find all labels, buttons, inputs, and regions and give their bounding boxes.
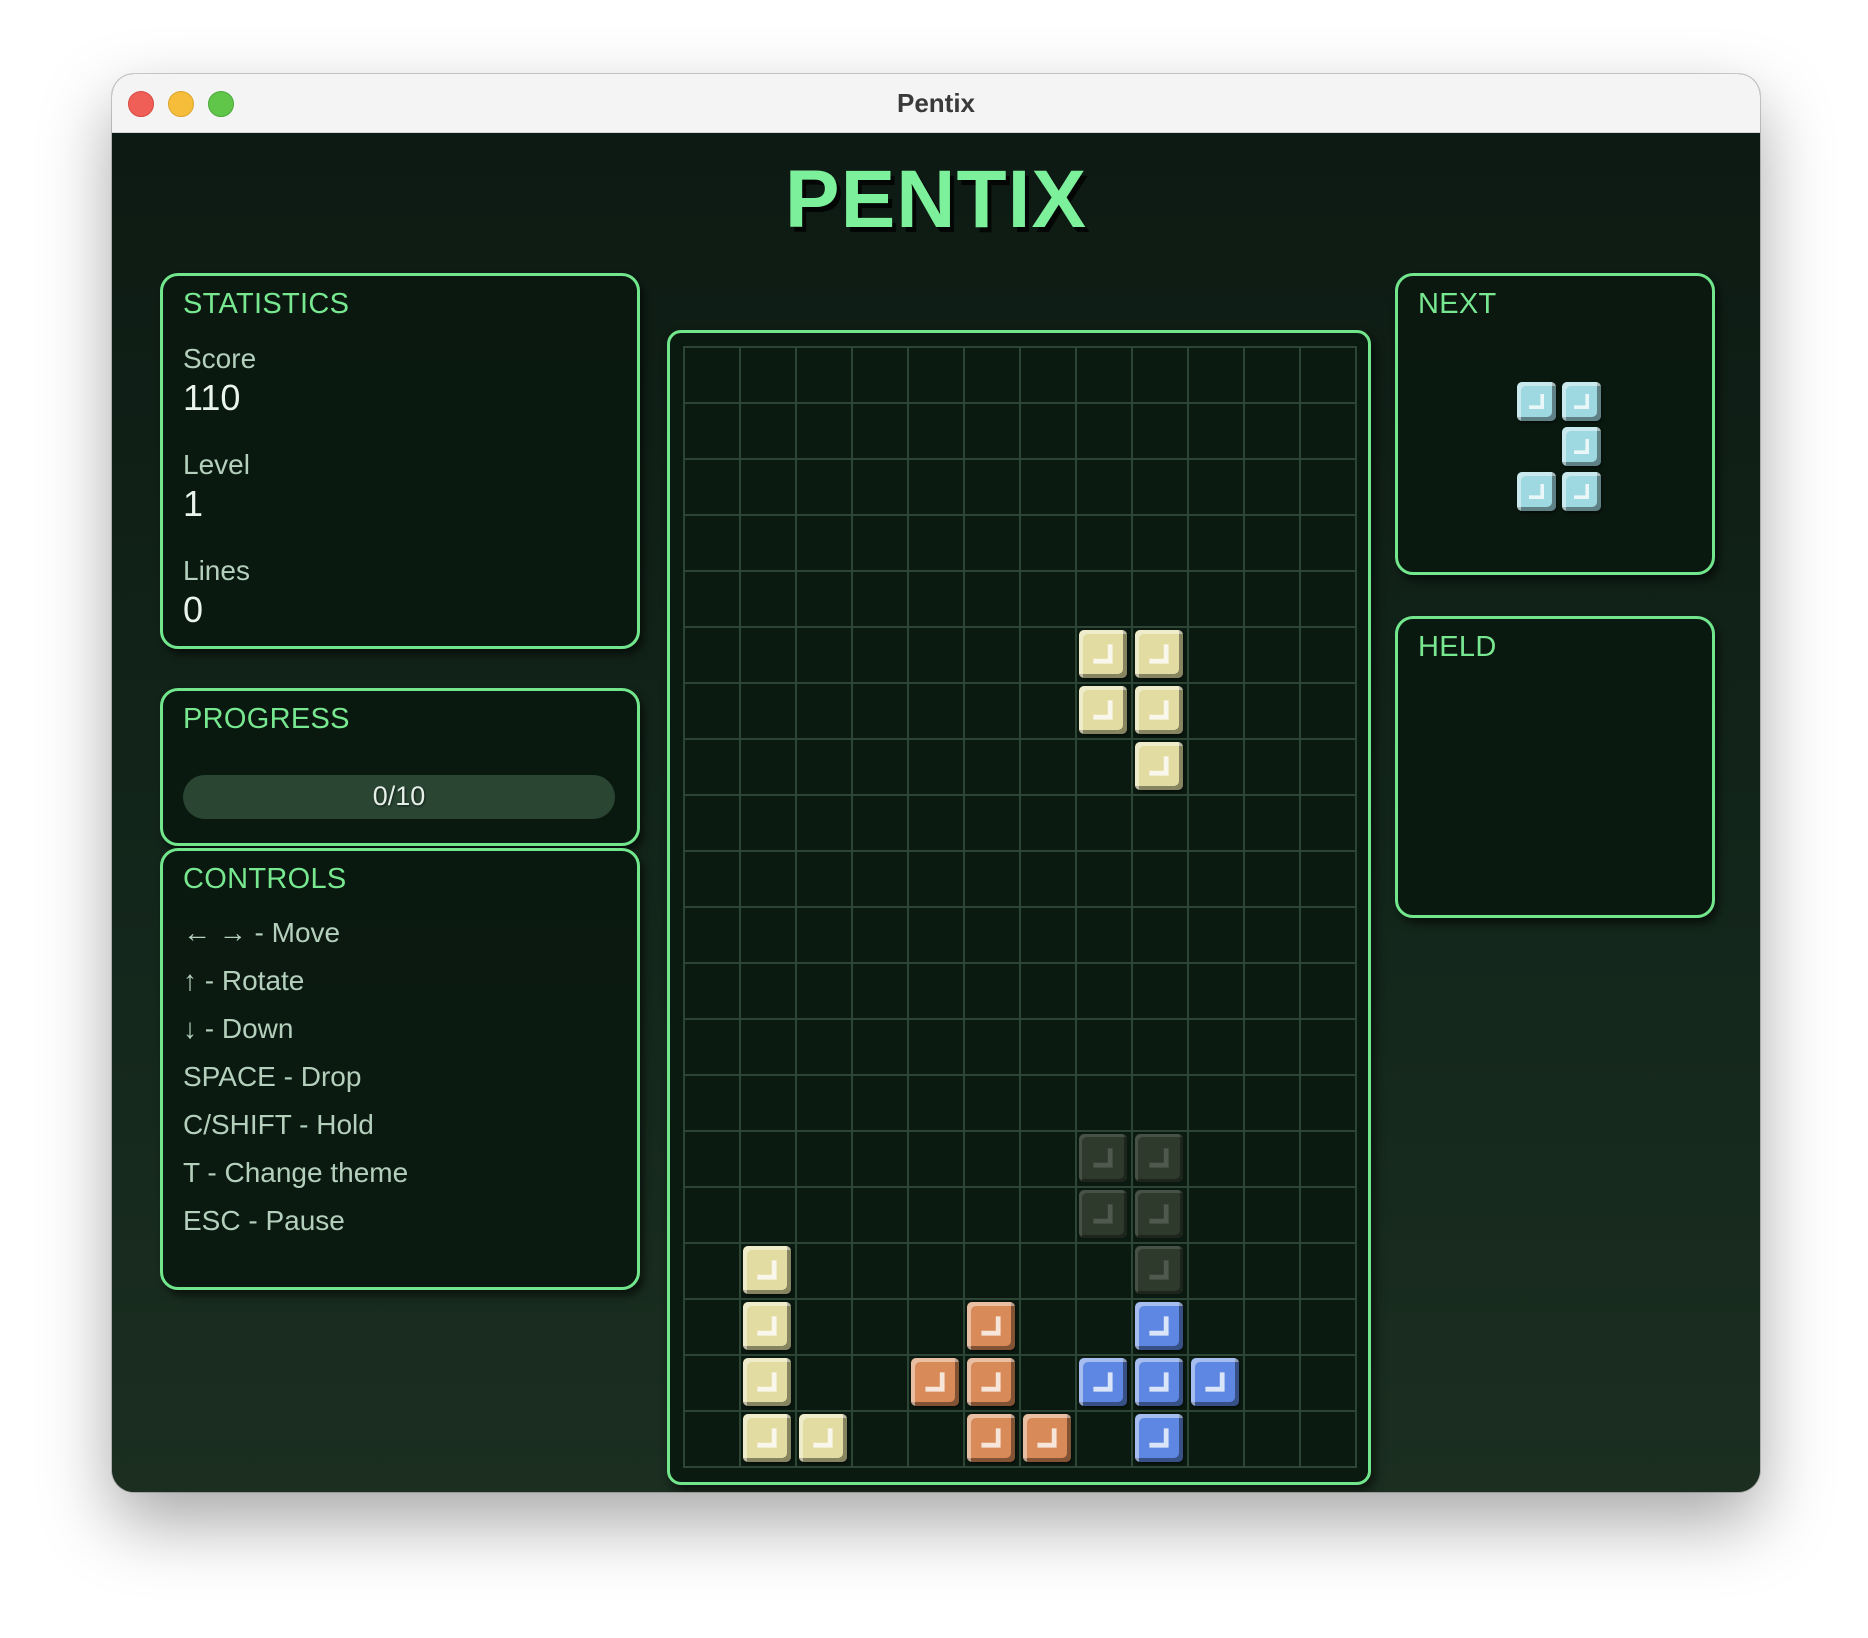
control-hold: C/SHIFT - Hold (183, 1109, 374, 1140)
app-window: Pentix PENTIX STATISTICS Score 110 Level… (112, 74, 1760, 1492)
active-piece-block (1079, 686, 1127, 734)
board-grid (683, 346, 1357, 1468)
active-piece-block (1135, 686, 1183, 734)
next-piece-block (1562, 472, 1601, 511)
level-value: 1 (183, 483, 204, 524)
held-panel: HELD (1395, 616, 1715, 918)
lines-label: Lines (183, 555, 250, 586)
locked-block (911, 1358, 959, 1406)
control-pause: ESC - Pause (183, 1205, 345, 1236)
control-rotate: ↑ - Rotate (183, 965, 305, 996)
window-title: Pentix (896, 88, 976, 118)
progress-text: 0/10 (372, 781, 426, 811)
locked-block (967, 1302, 1015, 1350)
control-drop: SPACE - Drop (183, 1061, 362, 1092)
locked-block (743, 1302, 791, 1350)
locked-block (743, 1414, 791, 1462)
next-title: NEXT (1418, 288, 1497, 320)
held-piece-preview (1418, 689, 1692, 895)
ghost-block (1135, 1190, 1183, 1238)
next-piece-block (1517, 472, 1556, 511)
ghost-block (1079, 1190, 1127, 1238)
locked-block (1191, 1358, 1239, 1406)
ghost-block (1135, 1134, 1183, 1182)
progress-bar: 0/10 (183, 775, 615, 819)
locked-block (1079, 1358, 1127, 1406)
held-title: HELD (1418, 631, 1497, 663)
next-piece-block (1562, 382, 1601, 421)
locked-block (743, 1246, 791, 1294)
locked-block (1135, 1302, 1183, 1350)
active-piece-block (1135, 630, 1183, 678)
control-down: ↓ - Down (183, 1013, 294, 1044)
locked-block (743, 1358, 791, 1406)
game-title: PENTIX (784, 154, 1088, 245)
control-theme: T - Change theme (183, 1157, 409, 1188)
locked-block (1135, 1414, 1183, 1462)
game-board[interactable] (667, 330, 1371, 1485)
progress-panel: PROGRESS 0/10 (160, 688, 640, 846)
ghost-block (1135, 1246, 1183, 1294)
score-label: Score (183, 343, 257, 374)
locked-block (799, 1414, 847, 1462)
locked-block (967, 1358, 1015, 1406)
next-piece-block (1517, 382, 1556, 421)
controls-panel: CONTROLS ← → - Move ↑ - Rotate ↓ - Down … (160, 848, 640, 1290)
active-piece-block (1079, 630, 1127, 678)
progress-title: PROGRESS (183, 703, 350, 735)
active-piece-block (1135, 742, 1183, 790)
level-label: Level (183, 449, 250, 480)
locked-block (1023, 1414, 1071, 1462)
game-area: PENTIX STATISTICS Score 110 Level 1 Line… (112, 133, 1760, 1492)
control-move: ← → - Move (183, 917, 341, 948)
locked-block (1135, 1358, 1183, 1406)
score-value: 110 (183, 377, 241, 418)
lines-value: 0 (183, 589, 204, 630)
title-bar: Pentix (112, 74, 1760, 133)
statistics-panel: STATISTICS Score 110 Level 1 Lines 0 (160, 273, 640, 649)
statistics-title: STATISTICS (183, 288, 350, 320)
ghost-block (1079, 1134, 1127, 1182)
locked-block (967, 1414, 1015, 1462)
next-piece-preview (1514, 379, 1604, 514)
next-piece-block (1562, 427, 1601, 466)
next-panel: NEXT (1395, 273, 1715, 575)
controls-title: CONTROLS (183, 863, 347, 895)
